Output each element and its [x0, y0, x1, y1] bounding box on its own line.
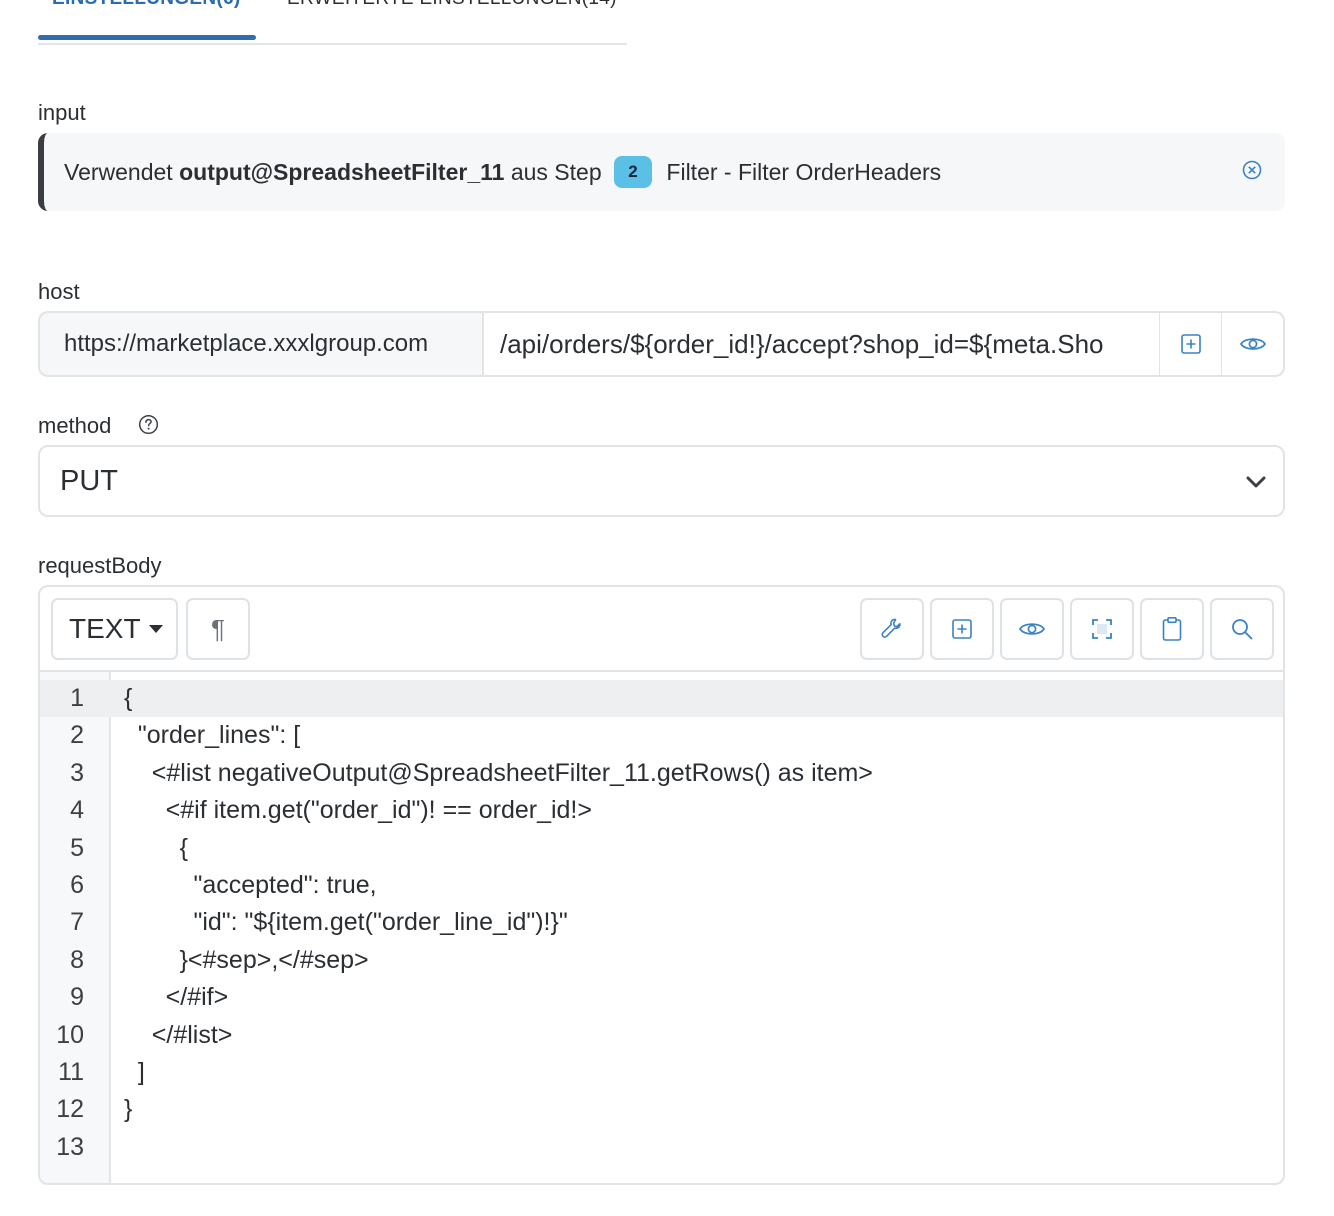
active-tab-indicator: [38, 35, 256, 40]
code-line[interactable]: 8 }<#sep>,</#sep>: [40, 942, 1283, 979]
code-text: "id": "${item.get("order_line_id")!}": [124, 908, 568, 937]
code-line[interactable]: 2 "order_lines": [: [40, 717, 1283, 754]
host-path-input[interactable]: [482, 311, 1161, 377]
paste-button[interactable]: [1140, 598, 1204, 660]
tab-advanced-settings[interactable]: ERWEITERTE EINSTELLUNGEN(14): [287, 0, 617, 10]
line-number: 8: [70, 945, 84, 974]
insert-variable-editor-button[interactable]: [930, 598, 994, 660]
insert-variable-button[interactable]: [1160, 311, 1223, 377]
toggle-whitespace-button[interactable]: ¶: [186, 598, 250, 660]
code-line[interactable]: 7 "id": "${item.get("order_line_id")!}": [40, 904, 1283, 941]
code-text: ]: [124, 1057, 145, 1086]
code-text: {: [124, 833, 188, 862]
request-body-editor[interactable]: TEXT ¶ 1 {2 "order_lines": [3 <#list n…: [38, 585, 1285, 1185]
code-text: }: [124, 1095, 133, 1124]
pilcrow-icon: ¶: [211, 613, 225, 644]
add-field-icon: [1180, 334, 1201, 354]
line-number: 9: [70, 983, 84, 1012]
line-number: 6: [70, 870, 84, 899]
input-label: input: [38, 100, 86, 125]
host-prefix: https://marketplace.xxxlgroup.com: [38, 311, 484, 377]
format-mode-label: TEXT: [69, 613, 141, 644]
code-line[interactable]: 12}: [40, 1091, 1283, 1128]
code-text: <#list negativeOutput@SpreadsheetFilter_…: [124, 758, 873, 787]
help-icon[interactable]: [138, 414, 159, 435]
editor-toolbar: TEXT ¶: [40, 587, 1283, 672]
code-lines[interactable]: 1{ 2 "order_lines": [ 3 <#list negativeO…: [40, 672, 1283, 1166]
clipboard-icon: [1162, 616, 1182, 641]
code-line[interactable]: 6 "accepted": true,: [40, 867, 1283, 904]
fullscreen-icon: [1092, 619, 1112, 639]
wrench-icon: [881, 618, 901, 638]
format-mode-dropdown[interactable]: TEXT: [51, 598, 178, 660]
line-number: 11: [58, 1057, 84, 1086]
search-button[interactable]: [1210, 598, 1274, 660]
code-text: {: [124, 684, 133, 712]
method-value: PUT: [60, 464, 118, 497]
code-line[interactable]: 11 ]: [40, 1054, 1283, 1091]
caret-down-icon: [148, 625, 163, 633]
line-number: 10: [56, 1020, 84, 1049]
code-line[interactable]: 4 <#if item.get("order_id")! == order_id…: [40, 792, 1283, 829]
preview-editor-button[interactable]: [1000, 598, 1064, 660]
line-number: 5: [70, 833, 84, 862]
method-select[interactable]: PUT: [38, 445, 1285, 517]
line-number: 2: [70, 721, 84, 750]
input-source-box: Verwendet output@SpreadsheetFilter_11 au…: [38, 133, 1285, 211]
code-text: "accepted": true,: [124, 870, 377, 899]
input-prefix-text: Verwendet: [64, 158, 180, 185]
code-line[interactable]: 10 </#list>: [40, 1017, 1283, 1054]
code-line[interactable]: 9 </#if>: [40, 979, 1283, 1016]
line-number: 7: [70, 908, 84, 937]
line-number: 4: [70, 796, 84, 825]
line-number: 13: [56, 1132, 84, 1161]
eye-icon: [1019, 623, 1045, 635]
settings-tabs: EINSTELLUNGEN(6) ERWEITERTE EINSTELLUNGE…: [38, 0, 627, 45]
code-line[interactable]: 1{: [40, 680, 1283, 718]
line-number: 3: [70, 758, 84, 787]
eye-icon: [1239, 338, 1266, 350]
input-step-name: Filter - Filter OrderHeaders: [660, 158, 942, 185]
code-text: "order_lines": [: [124, 721, 301, 750]
search-icon: [1232, 619, 1253, 640]
code-text: }<#sep>,</#sep>: [124, 945, 369, 974]
line-number: 12: [56, 1095, 84, 1124]
preview-button[interactable]: [1222, 311, 1285, 377]
code-line[interactable]: 3 <#list negativeOutput@SpreadsheetFilte…: [40, 755, 1283, 792]
code-text: </#list>: [124, 1020, 233, 1049]
code-text: <#if item.get("order_id")! == order_id!>: [124, 796, 592, 825]
method-label: method: [38, 413, 112, 438]
code-text: </#if>: [124, 983, 229, 1012]
input-middle-text: aus Step: [504, 158, 609, 185]
chevron-down-icon: [1246, 476, 1266, 488]
requestbody-label: requestBody: [38, 553, 162, 578]
add-field-icon: [952, 619, 972, 639]
fullscreen-button[interactable]: [1070, 598, 1134, 660]
close-circle-icon[interactable]: [1241, 159, 1263, 181]
code-line[interactable]: 13: [40, 1129, 1283, 1166]
code-line[interactable]: 5 {: [40, 830, 1283, 867]
host-label: host: [38, 279, 80, 304]
tools-button[interactable]: [860, 598, 924, 660]
input-source-name: output@SpreadsheetFilter_11: [179, 158, 505, 185]
tab-settings[interactable]: EINSTELLUNGEN(6): [52, 0, 240, 10]
line-number: 1: [70, 684, 84, 712]
step-badge[interactable]: 2: [614, 156, 653, 188]
